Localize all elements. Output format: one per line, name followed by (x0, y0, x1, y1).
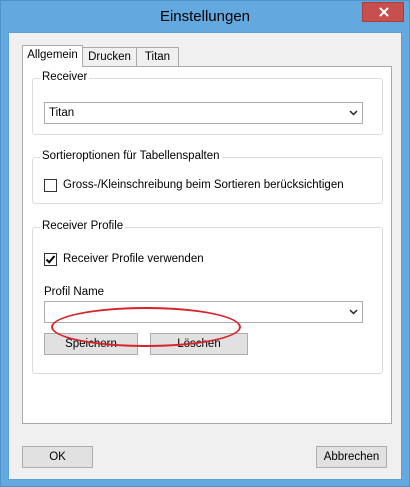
use-profile-checkbox[interactable] (44, 253, 57, 266)
tab-drucken[interactable]: Drucken (82, 47, 137, 66)
tab-titan[interactable]: Titan (136, 47, 179, 66)
receiver-group: Receiver Titan (32, 71, 383, 135)
profile-name-combobox[interactable] (44, 301, 363, 323)
receiver-group-label: Receiver (40, 71, 90, 83)
checkmark-icon (45, 255, 56, 264)
cancel-button[interactable]: Abbrechen (316, 446, 387, 468)
use-profile-label[interactable]: Receiver Profile verwenden (63, 253, 204, 265)
profile-name-label: Profil Name (44, 286, 105, 298)
case-sensitive-checkbox[interactable] (44, 179, 57, 192)
close-button[interactable] (362, 2, 404, 22)
chevron-down-icon (349, 110, 358, 116)
tab-panel-allgemein: Receiver Titan Sortieroptionen für Tabel… (22, 66, 392, 424)
title-bar[interactable]: Einstellungen (1, 1, 409, 32)
tab-allgemein[interactable]: Allgemein (22, 45, 83, 67)
delete-profile-button[interactable]: Löschen (150, 333, 248, 355)
close-icon (379, 7, 389, 17)
sort-options-group-label: Sortieroptionen für Tabellenspalten (40, 150, 222, 162)
receiver-select-value: Titan (49, 107, 75, 119)
settings-window: Einstellungen Allgemein Drucken Titan Re… (0, 0, 410, 487)
case-sensitive-label[interactable]: Gross-/Kleinschreibung beim Sortieren be… (63, 179, 344, 191)
save-profile-button[interactable]: Speichern (44, 333, 138, 355)
ok-button[interactable]: OK (22, 446, 93, 468)
receiver-select[interactable]: Titan (44, 102, 363, 124)
window-title: Einstellungen (159, 8, 251, 25)
receiver-profile-group: Receiver Profile Receiver Profile verwen… (32, 220, 383, 374)
receiver-profile-group-label: Receiver Profile (40, 220, 126, 232)
sort-options-group: Sortieroptionen für Tabellenspalten Gros… (32, 150, 383, 204)
chevron-down-icon (349, 309, 358, 315)
dialog-client-area: Allgemein Drucken Titan Receiver Titan S… (8, 32, 402, 480)
